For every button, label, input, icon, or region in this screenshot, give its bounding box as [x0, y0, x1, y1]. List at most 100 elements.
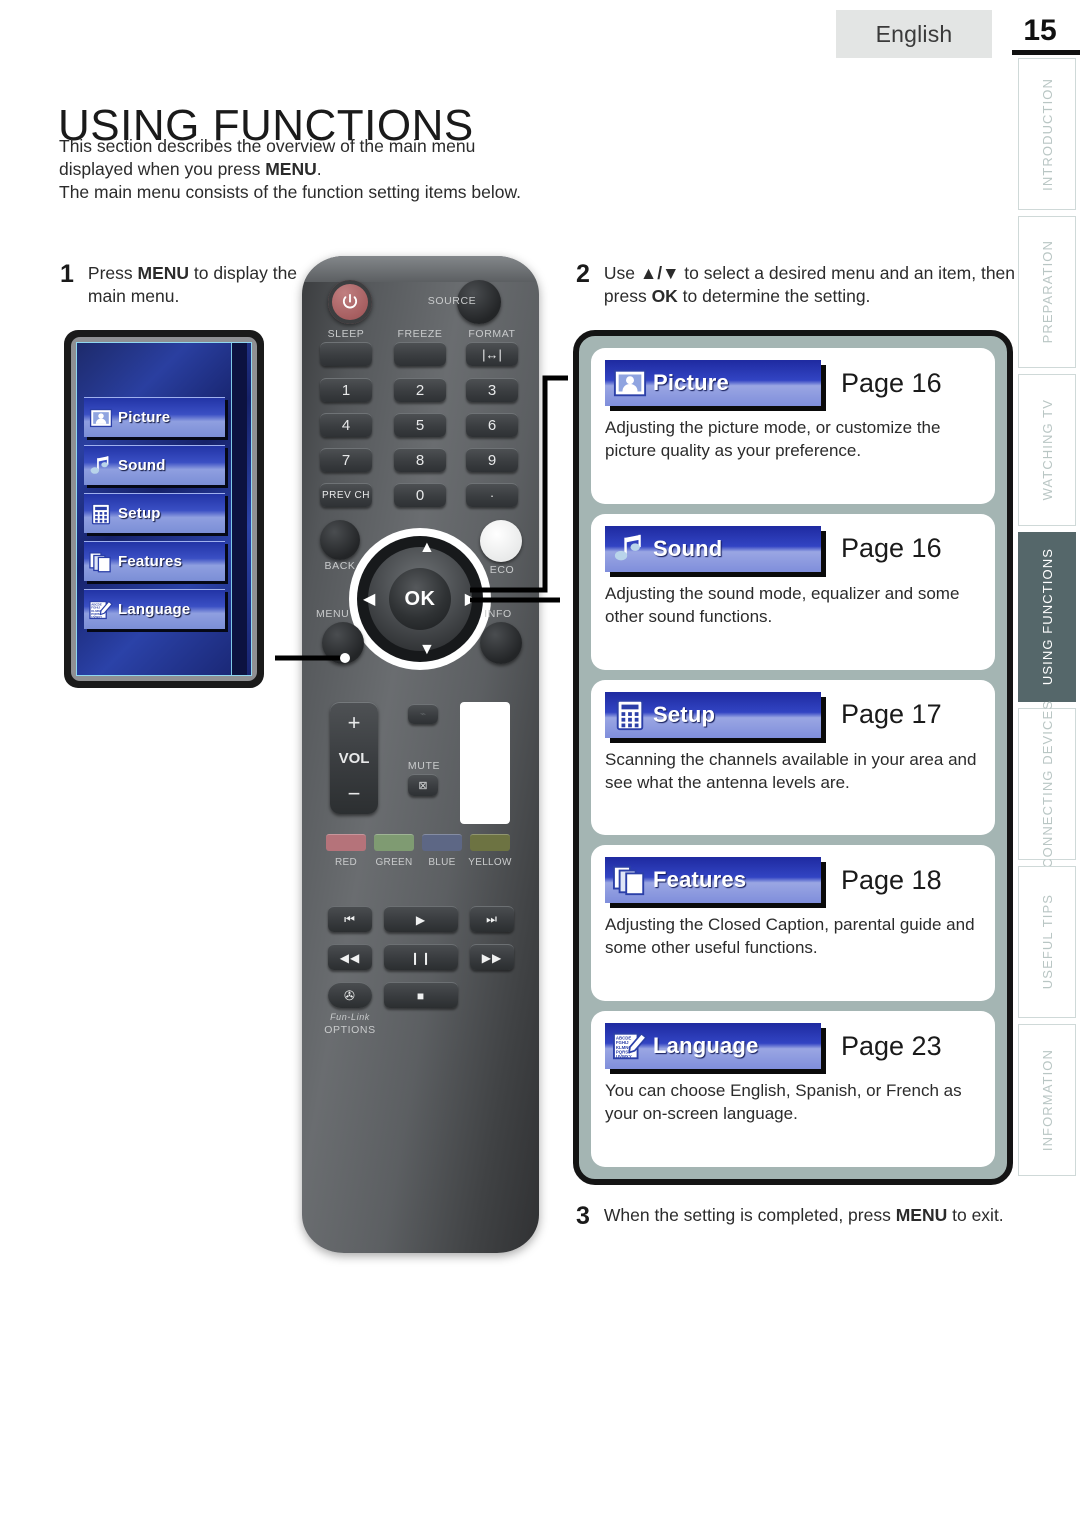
tv-menu-list: Picture Sound Setup Features ABCDE FGHIJ… — [84, 397, 225, 629]
section-tab-watching-tv[interactable]: WATCHING TV — [1018, 374, 1076, 526]
key-2[interactable]: 2 — [394, 378, 446, 402]
menu-card-page-reference[interactable]: Page 16 — [841, 368, 942, 399]
key-3[interactable]: 3 — [466, 378, 518, 402]
next-button[interactable]: ⏭ — [470, 906, 514, 932]
tv-menu-item-features[interactable]: Features — [84, 541, 225, 581]
mute-button[interactable]: ⊠ — [408, 774, 438, 796]
section-tab-introduction[interactable]: INTRODUCTION — [1018, 58, 1076, 210]
arrow-right-icon[interactable]: ▶ — [465, 592, 477, 608]
play-button[interactable]: ▶ — [384, 906, 458, 932]
remote-top-bevel — [302, 256, 539, 282]
arrow-down-icon[interactable]: ▼ — [419, 642, 435, 658]
menu-card-description: Scanning the channels available in your … — [605, 749, 977, 792]
key-4[interactable]: 4 — [320, 413, 372, 437]
step-1-number: 1 — [60, 260, 74, 288]
color-key-red[interactable] — [326, 834, 366, 851]
menu-card-language[interactable]: ABCDE FGHIJ KLMNO PQRST UVWXY Language Page… — [591, 1011, 995, 1167]
sound-icon — [611, 532, 649, 566]
section-tab-information[interactable]: INFORMATION — [1018, 1024, 1076, 1176]
step-3-keyword: MENU — [895, 1205, 948, 1225]
menu-card-picture[interactable]: Picture Page 16 Adjusting the picture mode… — [591, 348, 995, 504]
color-key-yellow[interactable] — [470, 834, 510, 851]
sound-icon — [614, 534, 641, 561]
source-label: SOURCE — [427, 295, 477, 307]
sleep-button[interactable] — [320, 342, 372, 366]
back-button[interactable] — [320, 520, 360, 560]
arrow-up-icon[interactable]: ▲ — [419, 540, 435, 556]
menu-card-sound[interactable]: Sound Page 16 Adjusting the sound mode, eq… — [591, 513, 995, 670]
menu-card-header: ABCDE FGHIJ KLMNO PQRST UVWXY Language Page… — [605, 1023, 981, 1070]
key-9[interactable]: 9 — [466, 448, 518, 472]
menu-card-header: Setup Page 17 — [605, 691, 981, 738]
key-7[interactable]: 7 — [320, 448, 372, 472]
svg-text:UVWXY: UVWXY — [616, 1054, 632, 1059]
page-number-rule — [1012, 50, 1080, 55]
freeze-button[interactable] — [394, 342, 446, 366]
eco-button[interactable] — [480, 520, 522, 562]
subtitle-button[interactable]: ⌁ — [408, 704, 438, 724]
navigation-ring-inner: ▲ ▼ ◀ ▶ OK — [357, 536, 483, 662]
stop-button[interactable]: ■ — [384, 982, 458, 1008]
menu-card-page-reference[interactable]: Page 18 — [841, 865, 942, 896]
setup-icon — [616, 699, 644, 730]
menu-card-page-reference[interactable]: Page 17 — [841, 699, 942, 730]
updown-arrows-glyph: ▲/▼ — [639, 263, 680, 283]
step-3-pre: When the setting is completed, press — [603, 1205, 896, 1225]
tv-menu-item-picture[interactable]: Picture — [84, 397, 225, 437]
key-5[interactable]: 5 — [394, 413, 446, 437]
navigation-ring[interactable]: ▲ ▼ ◀ ▶ OK — [349, 528, 491, 670]
previous-button[interactable]: ⏮ — [328, 906, 372, 932]
language-chip-label: English — [875, 20, 953, 47]
volume-up-icon[interactable]: + — [348, 710, 361, 736]
volume-rocker[interactable]: + VOL − — [330, 702, 378, 814]
section-tab-using-functions[interactable]: USING FUNCTIONS — [1018, 532, 1076, 702]
sleep-label: SLEEP — [327, 328, 365, 340]
key-8[interactable]: 8 — [394, 448, 446, 472]
color-key-green[interactable] — [374, 834, 414, 851]
section-tab-useful-tips[interactable]: USEFUL TIPS — [1018, 866, 1076, 1018]
menu-card-page-reference[interactable]: Page 16 — [841, 533, 942, 564]
key-0[interactable]: 0 — [394, 483, 446, 507]
setup-icon — [88, 502, 114, 526]
navigation-disc: OK — [368, 547, 472, 651]
menu-card-setup[interactable]: Setup Page 17 Scanning the channels availa… — [591, 679, 995, 836]
menu-button[interactable] — [322, 622, 364, 664]
section-tab-preparation[interactable]: PREPARATION — [1018, 216, 1076, 368]
tv-menu-item-language[interactable]: ABCDE FGHIJ KLMNO PQRST UVWXY Language — [84, 589, 225, 629]
arrow-left-icon[interactable]: ◀ — [363, 592, 375, 608]
tv-menu-item-setup[interactable]: Setup — [84, 493, 225, 533]
step-2: 2 Use ▲/▼ to select a desired menu and a… — [576, 262, 1016, 308]
key-6[interactable]: 6 — [466, 413, 518, 437]
intro-line-1: This section describes the overview of t… — [59, 136, 476, 156]
step-3-post: to exit. — [947, 1205, 1004, 1225]
section-tab-label: CONNECTING DEVICES — [1039, 700, 1055, 868]
ok-button[interactable]: OK — [389, 568, 451, 630]
tv-menu-item-sound[interactable]: Sound — [84, 445, 225, 485]
step-2-number: 2 — [576, 260, 590, 288]
pause-button[interactable]: ❙❙ — [384, 944, 458, 970]
color-key-blue-label: BLUE — [428, 857, 456, 868]
color-key-blue[interactable] — [422, 834, 462, 851]
prev-ch-button[interactable]: PREV CH — [320, 483, 372, 507]
power-button[interactable] — [328, 280, 372, 324]
info-button[interactable] — [480, 622, 522, 664]
key-dot[interactable]: · — [466, 483, 518, 507]
section-tab-connecting-devices[interactable]: CONNECTING DEVICES — [1018, 700, 1076, 868]
step-1-text: Press MENU to display the main menu. — [88, 262, 310, 308]
section-tabs: INTRODUCTION PREPARATION WATCHING TV USING … — [1018, 58, 1080, 1176]
step-2-pre: Use — [603, 263, 640, 283]
key-1[interactable]: 1 — [320, 378, 372, 402]
menu-card-label: Picture — [653, 370, 729, 395]
options-button[interactable]: ✇ — [328, 982, 372, 1008]
power-icon — [342, 294, 358, 309]
volume-down-icon[interactable]: − — [348, 781, 361, 807]
features-icon — [611, 863, 649, 897]
menu-card-features[interactable]: Features Page 18 Adjusting the Closed Capt… — [591, 845, 995, 1002]
menu-card-description: You can choose English, Spanish, or Fren… — [605, 1081, 962, 1124]
setup-icon — [611, 698, 649, 732]
format-button[interactable]: |↔| — [466, 342, 518, 366]
menu-card-banner: ABCDE FGHIJ KLMNO PQRST UVWXY Language — [605, 1023, 821, 1070]
rewind-button[interactable]: ◀◀ — [328, 944, 372, 970]
menu-card-page-reference[interactable]: Page 23 — [841, 1031, 942, 1062]
fast-forward-button[interactable]: ▶▶ — [470, 944, 514, 970]
